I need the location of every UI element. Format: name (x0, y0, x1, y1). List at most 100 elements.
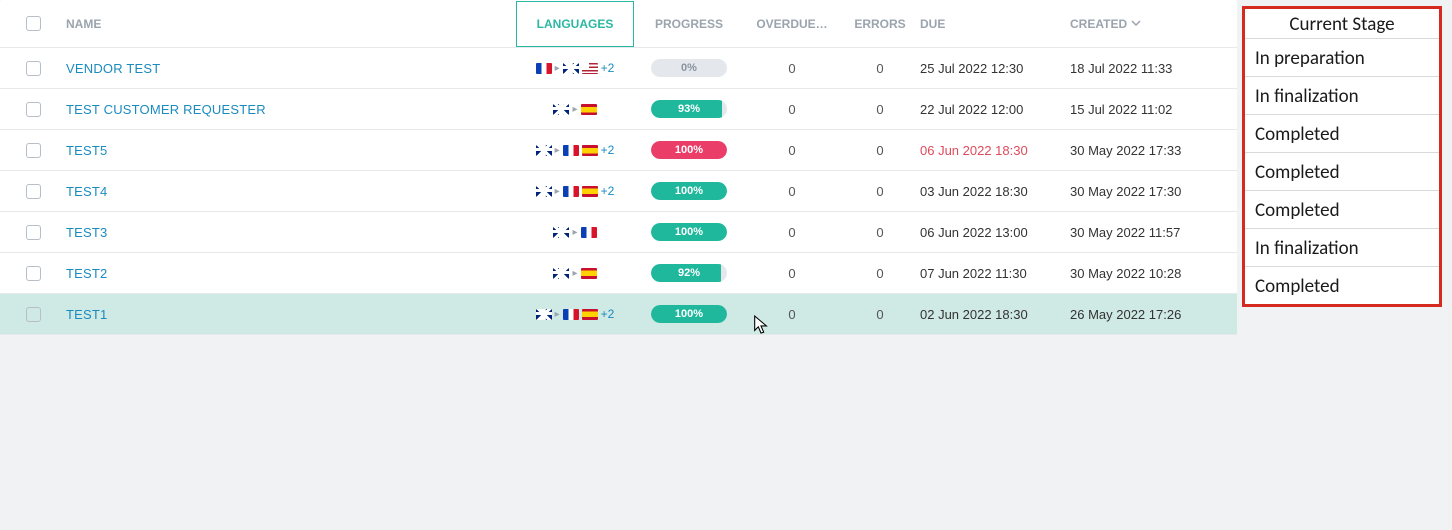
progress-label: 92% (678, 267, 700, 279)
progress-cell: 92% (634, 264, 744, 282)
languages-cell[interactable]: ▸+2 (516, 184, 634, 198)
table-row[interactable]: VENDOR TEST▸+20%0025 Jul 2022 12:3018 Ju… (0, 48, 1237, 89)
flag-fr-icon (563, 145, 579, 156)
project-name-link[interactable]: TEST4 (66, 184, 107, 199)
arrow-right-icon: ▸ (555, 309, 560, 320)
table-row[interactable]: TEST4▸+2100%0003 Jun 2022 18:3030 May 20… (0, 171, 1237, 212)
languages-cell[interactable]: ▸ (516, 227, 634, 238)
row-select-cell[interactable] (10, 102, 56, 117)
progress-pill: 92% (651, 264, 727, 282)
progress-pill: 93% (651, 100, 727, 118)
select-all-cell[interactable] (10, 16, 56, 31)
languages-cell[interactable]: ▸ +2 (516, 307, 634, 321)
flag-uk-icon (553, 104, 569, 115)
table-row[interactable]: TEST CUSTOMER REQUESTER▸93%0022 Jul 2022… (0, 89, 1237, 130)
flag-es-icon (581, 268, 597, 279)
flag-uk-icon (553, 227, 569, 238)
progress-pill: 100% (651, 223, 727, 241)
due-cell: 22 Jul 2022 12:00 (920, 102, 1070, 117)
progress-pill: 0% (651, 59, 727, 77)
stage-item: Completed (1245, 191, 1439, 229)
row-select-cell[interactable] (10, 184, 56, 199)
errors-cell: 0 (840, 184, 920, 199)
progress-cell: 100% (634, 223, 744, 241)
progress-cell: 100% (634, 182, 744, 200)
due-cell: 06 Jun 2022 18:30 (920, 143, 1070, 158)
row-checkbox[interactable] (26, 102, 41, 117)
table-row[interactable]: TEST5▸+2100%0006 Jun 2022 18:3030 May 20… (0, 130, 1237, 171)
languages-cell[interactable]: ▸ +2 (516, 61, 634, 75)
projects-table: NAME LANGUAGES PROGRESS OVERDUE… ERRORS … (0, 0, 1237, 335)
flag-uk-icon (563, 63, 579, 74)
row-checkbox[interactable] (26, 225, 41, 240)
col-header-languages[interactable]: LANGUAGES (516, 1, 634, 47)
progress-cell: 100% (634, 305, 744, 323)
languages-cell[interactable]: ▸ (516, 268, 634, 279)
col-header-created[interactable]: CREATED (1070, 17, 1220, 31)
row-select-cell[interactable] (10, 61, 56, 76)
arrow-right-icon: ▸ (572, 268, 577, 279)
more-languages-count[interactable]: +2 (601, 61, 615, 75)
table-row[interactable]: TEST1▸+2100%0002 Jun 2022 18:3026 May 20… (0, 294, 1237, 335)
row-select-cell[interactable] (10, 307, 56, 322)
overdue-cell: 0 (744, 102, 840, 117)
overdue-cell: 0 (744, 225, 840, 240)
row-checkbox[interactable] (26, 143, 41, 158)
project-name-cell: TEST1 (56, 307, 516, 322)
col-header-created-label: CREATED (1070, 17, 1127, 31)
table-row[interactable]: TEST2▸92%0007 Jun 2022 11:3030 May 2022 … (0, 253, 1237, 294)
overdue-cell: 0 (744, 61, 840, 76)
more-languages-count[interactable]: +2 (601, 184, 615, 198)
project-name-link[interactable]: TEST5 (66, 143, 107, 158)
flag-uk-icon (536, 186, 552, 197)
due-cell: 03 Jun 2022 18:30 (920, 184, 1070, 199)
languages-cell[interactable]: ▸ +2 (516, 143, 634, 157)
current-stage-panel: Current Stage In preparationIn finalizat… (1242, 6, 1442, 307)
table-row[interactable]: TEST3▸100%0006 Jun 2022 13:0030 May 2022… (0, 212, 1237, 253)
col-header-progress[interactable]: PROGRESS (634, 17, 744, 31)
created-cell: 26 May 2022 17:26 (1070, 307, 1220, 322)
project-name-link[interactable]: TEST CUSTOMER REQUESTER (66, 102, 266, 117)
chevron-down-icon (1131, 17, 1141, 31)
project-name-cell: TEST3 (56, 225, 516, 240)
arrow-right-icon: ▸ (555, 63, 560, 74)
progress-pill: 100% (651, 141, 727, 159)
project-name-link[interactable]: TEST1 (66, 307, 107, 322)
errors-cell: 0 (840, 143, 920, 158)
arrow-right-icon: ▸ (555, 145, 560, 156)
stage-item: In finalization (1245, 229, 1439, 267)
project-name-link[interactable]: VENDOR TEST (66, 61, 160, 76)
row-checkbox[interactable] (26, 61, 41, 76)
progress-label: 93% (678, 103, 700, 115)
row-select-cell[interactable] (10, 225, 56, 240)
more-languages-count[interactable]: +2 (601, 307, 615, 321)
arrow-right-icon: ▸ (572, 227, 577, 238)
flag-fr-icon (563, 309, 579, 320)
row-checkbox[interactable] (26, 184, 41, 199)
overdue-cell: 0 (744, 184, 840, 199)
errors-cell: 0 (840, 102, 920, 117)
row-select-cell[interactable] (10, 266, 56, 281)
row-select-cell[interactable] (10, 143, 56, 158)
col-header-due[interactable]: DUE (920, 17, 1070, 31)
stage-item: Completed (1245, 153, 1439, 191)
row-checkbox[interactable] (26, 266, 41, 281)
select-all-checkbox[interactable] (26, 16, 41, 31)
flag-es-icon (582, 309, 598, 320)
project-name-cell: VENDOR TEST (56, 61, 516, 76)
progress-cell: 0% (634, 59, 744, 77)
project-name-link[interactable]: TEST2 (66, 266, 107, 281)
row-checkbox[interactable] (26, 307, 41, 322)
col-header-errors[interactable]: ERRORS (840, 17, 920, 31)
errors-cell: 0 (840, 225, 920, 240)
flag-fr-icon (581, 227, 597, 238)
col-header-overdue[interactable]: OVERDUE… (744, 17, 840, 31)
progress-label: 100% (675, 226, 703, 238)
more-languages-count[interactable]: +2 (601, 143, 615, 157)
col-header-name[interactable]: NAME (56, 17, 516, 31)
created-cell: 30 May 2022 11:57 (1070, 225, 1220, 240)
project-name-link[interactable]: TEST3 (66, 225, 107, 240)
stage-item: Completed (1245, 267, 1439, 304)
project-name-cell: TEST5 (56, 143, 516, 158)
languages-cell[interactable]: ▸ (516, 104, 634, 115)
